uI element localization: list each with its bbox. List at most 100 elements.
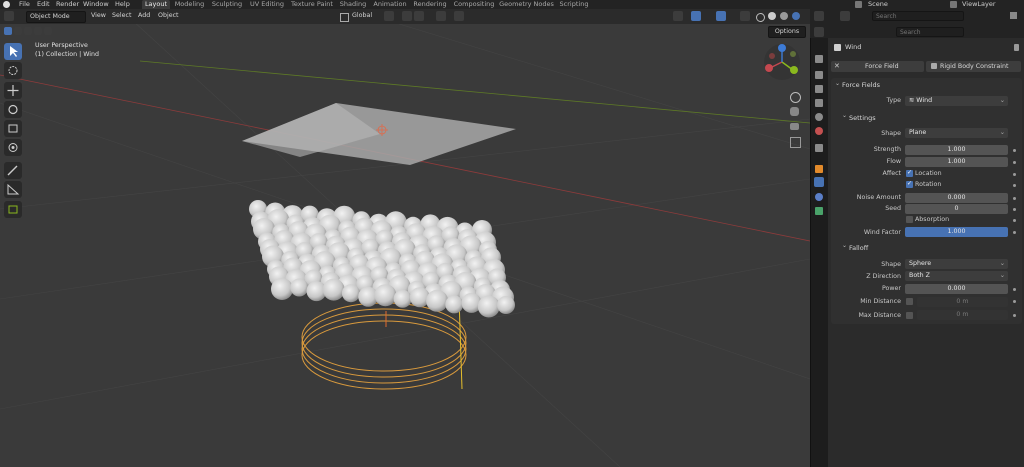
keyframe-dot[interactable] [1013,314,1016,317]
view-layer-icon[interactable] [950,1,957,8]
menu-file[interactable]: File [19,0,30,9]
keyframe-dot[interactable] [1013,300,1016,303]
properties-editor-icon[interactable] [814,27,824,37]
flow-field[interactable]: 1.000 [905,157,1008,167]
zoom-icon[interactable] [790,92,801,103]
filter-icon[interactable] [1010,12,1017,19]
menu-object[interactable]: Object [158,11,179,21]
keyframe-dot[interactable] [1013,173,1016,176]
snap-settings-icon[interactable] [414,11,424,21]
tab-rendering[interactable]: Rendering [412,0,448,9]
rendered-shading-icon[interactable] [792,12,800,20]
scene-icon[interactable] [855,1,862,8]
tool-transform[interactable] [4,139,22,156]
keyframe-dot[interactable] [1013,161,1016,164]
type-dropdown[interactable]: ≋ Wind ⌄ [905,96,1008,106]
menu-help[interactable]: Help [115,0,130,9]
object-properties-icon[interactable] [815,165,823,173]
falloff-shape-dropdown[interactable]: Sphere ⌄ [905,259,1008,269]
material-shading-icon[interactable] [780,12,788,20]
mode-dropdown[interactable]: Object Mode [26,11,86,23]
tool-cursor[interactable] [4,62,22,79]
rigid-body-constraint-tab[interactable]: Rigid Body Constraint [926,61,1021,72]
blender-logo-icon[interactable] [3,1,10,8]
world-properties-icon[interactable] [815,127,823,135]
tool-add-cube[interactable] [4,201,22,218]
chevron-down-icon[interactable]: ⌄ [842,242,847,249]
use-max-distance-checkbox[interactable] [906,312,913,319]
keyframe-dot[interactable] [1013,219,1016,222]
tab-modeling[interactable]: Modeling [173,0,206,9]
tool-measure[interactable] [4,181,22,198]
tab-layout[interactable]: Layout [142,0,170,9]
tab-shading[interactable]: Shading [338,0,368,9]
tool-properties-icon[interactable] [815,55,823,63]
navigation-gizmo[interactable] [762,42,802,82]
outliner-editor-icon[interactable] [814,11,824,21]
options-button[interactable]: Options [768,26,806,38]
visibility-icon[interactable] [673,11,683,21]
menu-render[interactable]: Render [56,0,79,9]
absorption-checkbox[interactable] [906,216,913,223]
keyframe-dot[interactable] [1013,231,1016,234]
chevron-down-icon[interactable]: ⌄ [835,80,840,87]
z-direction-dropdown[interactable]: Both Z ⌄ [905,271,1008,281]
keyframe-dot[interactable] [1013,197,1016,200]
transform-orientation-dropdown[interactable]: Global [352,11,378,21]
viewport-scene[interactable] [0,9,810,467]
settings-title[interactable]: Settings [849,114,876,122]
constraint-properties-icon[interactable] [815,193,823,201]
gizmo-toggle-icon[interactable] [691,11,701,21]
menu-select[interactable]: Select [112,11,131,21]
falloff-icon[interactable] [454,11,464,21]
falloff-title[interactable]: Falloff [849,244,868,252]
tool-select[interactable] [4,43,22,60]
location-checkbox[interactable] [906,169,913,177]
collection-properties-icon[interactable] [815,144,823,152]
keyframe-dot[interactable] [1013,184,1016,187]
keyframe-dot[interactable] [1013,288,1016,291]
snap-icon[interactable] [402,11,412,21]
select-box-mode-icon[interactable] [4,27,12,35]
data-properties-icon[interactable] [815,207,823,215]
menu-edit[interactable]: Edit [37,0,50,9]
menu-view[interactable]: View [91,11,106,21]
keyframe-dot[interactable] [1013,149,1016,152]
noise-amount-field[interactable]: 0.000 [905,193,1008,203]
absorption-label[interactable]: Absorption [915,216,949,223]
proportional-edit-icon[interactable] [436,11,446,21]
tab-scripting[interactable]: Scripting [557,0,591,9]
camera-icon[interactable] [790,123,799,130]
physics-properties-icon[interactable] [814,177,824,187]
tab-compositing[interactable]: Compositing [452,0,496,9]
min-distance-field[interactable]: 0 m [917,297,1008,307]
overlay-toggle-icon[interactable] [716,11,726,21]
properties-search-input[interactable] [896,27,964,37]
tool-annotate[interactable] [4,162,22,179]
select-intersect-mode-icon[interactable] [44,27,52,35]
view-layer-name[interactable]: ViewLayer [962,0,996,9]
tab-sculpting[interactable]: Sculpting [210,0,244,9]
rotation-label[interactable]: Rotation [915,181,941,188]
tab-texture-paint[interactable]: Texture Paint [290,0,334,9]
chevron-down-icon[interactable]: ⌄ [842,112,847,119]
select-invert-mode-icon[interactable] [34,27,42,35]
force-fields-title[interactable]: Force Fields [842,81,880,89]
menu-add[interactable]: Add [138,11,150,21]
solid-shading-icon[interactable] [768,12,776,20]
view-layer-properties-icon[interactable] [815,99,823,107]
max-distance-field[interactable]: 0 m [917,310,1008,320]
keyframe-dot[interactable] [1013,208,1016,211]
tool-rotate[interactable] [4,101,22,118]
tab-geometry-nodes[interactable]: Geometry Nodes [499,0,554,9]
select-subtract-mode-icon[interactable] [24,27,32,35]
select-extend-mode-icon[interactable] [14,27,22,35]
power-field[interactable]: 0.000 [905,284,1008,294]
scene-properties-icon[interactable] [815,113,823,121]
tool-scale[interactable] [4,120,22,137]
3d-viewport[interactable] [0,9,810,467]
location-label[interactable]: Location [915,170,942,177]
tool-move[interactable] [4,82,22,99]
editor-type-icon[interactable] [4,11,14,21]
wind-factor-field[interactable]: 1.000 [905,227,1008,237]
